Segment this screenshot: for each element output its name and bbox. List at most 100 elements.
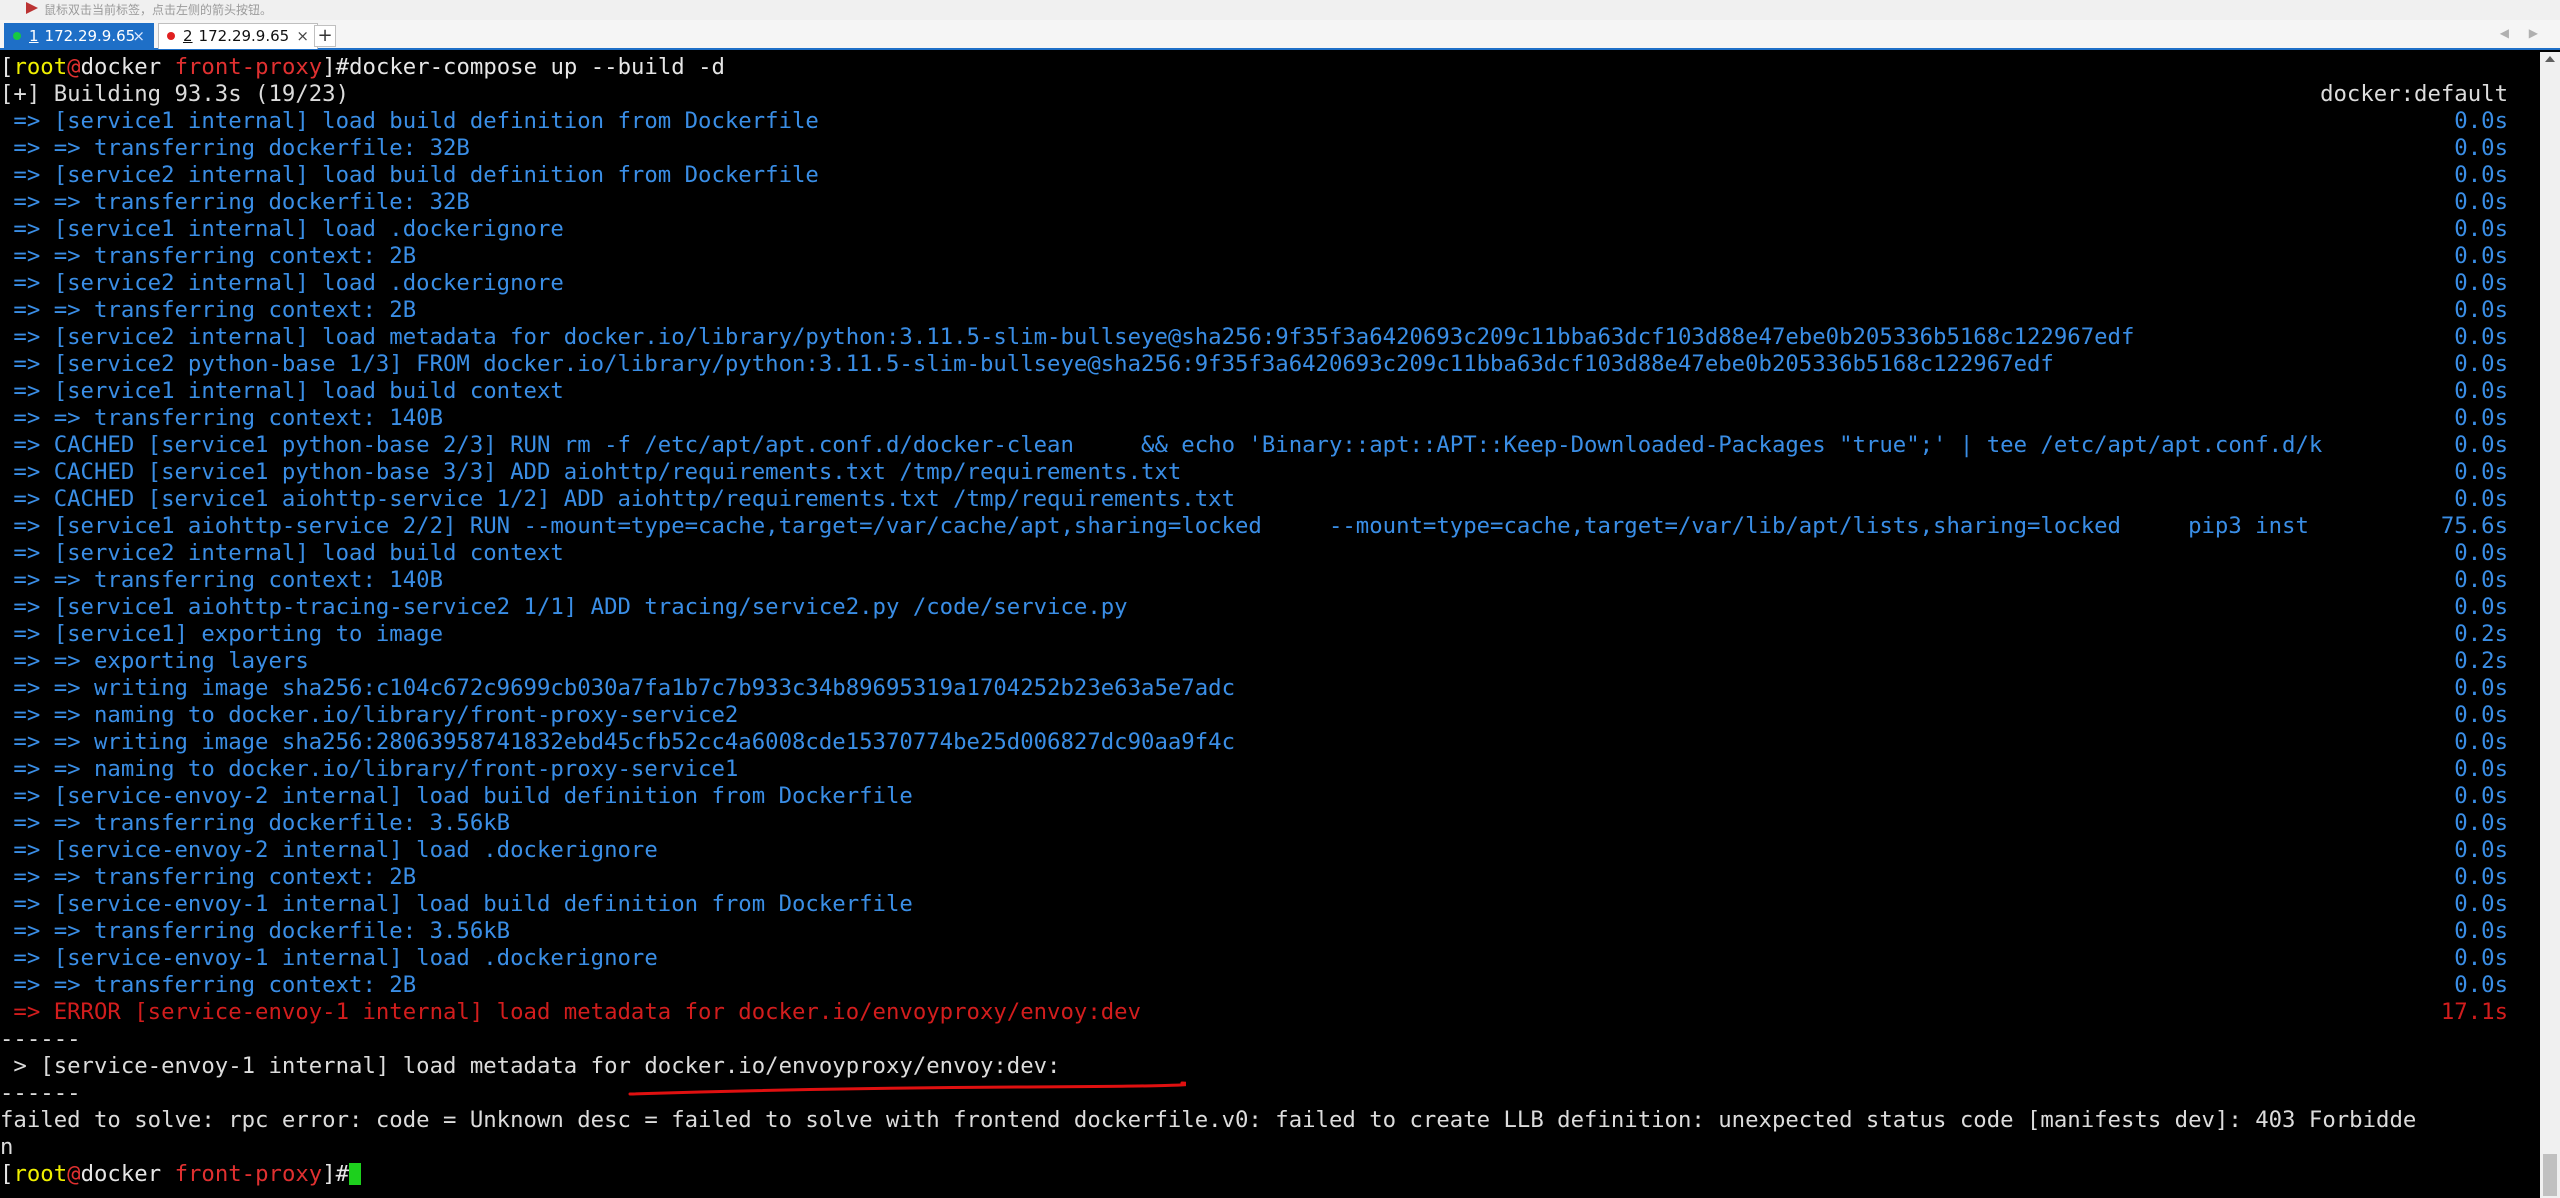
scroll-up-arrow-icon[interactable] [2545,56,2555,62]
tab-session-1[interactable]: 1 172.29.9.65 × [4,23,154,49]
build-step-line: => [service-envoy-1 internal] load .dock… [0,945,2538,972]
separator-line: ------ [0,1080,81,1106]
failure-message-wrap-line: n [0,1134,14,1160]
build-step-duration: 0.0s [2454,162,2508,188]
build-step-text: => => writing image sha256:c104c672c9699… [0,675,1235,701]
tab-number: 1 [29,27,39,45]
scrollbar-thumb[interactable] [2543,1154,2557,1196]
build-step-line: => => transferring context: 2B 0.0s [0,297,2538,324]
build-step-duration: 0.0s [2454,351,2508,377]
close-tab-icon[interactable]: × [296,24,309,48]
build-step-line: => => transferring context: 140B 0.0s [0,567,2538,594]
prompt-host: docker [80,54,162,80]
build-step-line: => [service2 internal] load build contex… [0,540,2538,567]
tab-label: 172.29.9.65 [198,27,290,45]
build-step-text: => CACHED [service1 aiohttp-service 1/2]… [0,486,1235,512]
build-step-text: => => naming to docker.io/library/front-… [0,702,739,728]
build-step-text: => CACHED [service1 python-base 3/3] ADD… [0,459,1182,485]
build-step-text: => [service-envoy-1 internal] load build… [0,891,913,917]
build-step-line: => CACHED [service1 python-base 3/3] ADD… [0,459,2538,486]
build-step-line: => [service1 aiohttp-tracing-service2 1/… [0,594,2538,621]
build-header-line: [+] Building 93.3s (19/23) docker:default [0,81,2538,108]
build-step-duration: 0.0s [2454,297,2508,323]
build-step-line: => => transferring dockerfile: 3.56kB 0.0… [0,918,2538,945]
build-step-text: => => exporting layers [0,648,309,674]
build-step-text: => [service1 internal] load build contex… [0,378,564,404]
build-step-line: => => transferring context: 2B 0.0s [0,972,2538,999]
build-step-text: => => transferring context: 2B [0,297,417,323]
build-step-text: => [service1 internal] load build defini… [0,108,819,134]
build-step-duration: 0.0s [2454,918,2508,944]
build-step-line: => => writing image sha256:2806395874183… [0,729,2538,756]
build-step-line: => [service1 internal] load .dockerignor… [0,216,2538,243]
build-step-text: => [service2 internal] load build contex… [0,540,564,566]
prompt-end: ]# [322,1161,350,1187]
build-step-line: => [service1] exporting to image 0.2s [0,621,2538,648]
prompt-user: root [13,54,68,80]
prompt-at: @ [67,1161,81,1187]
build-step-duration: 0.0s [2454,270,2508,296]
tab-scroll-arrows-icon[interactable]: ◀ ▶ [2500,26,2546,40]
terminal-scrollbar[interactable] [2540,52,2560,1198]
build-step-duration: 0.0s [2454,729,2508,755]
build-step-duration: 0.0s [2454,594,2508,620]
close-tab-icon[interactable]: × [132,24,145,48]
error-step-text: => ERROR [service-envoy-1 internal] load… [0,999,1142,1025]
error-step-line: => ERROR [service-envoy-1 internal] load… [0,999,2538,1026]
build-step-duration: 0.0s [2454,432,2508,458]
build-step-duration: 0.0s [2454,972,2508,998]
tab-session-2[interactable]: 2 172.29.9.65 × [158,23,318,49]
build-step-line: => CACHED [service1 python-base 2/3] RUN… [0,432,2538,459]
build-step-duration: 0.0s [2454,243,2508,269]
terminal-window: 鼠标双击当前标签，点击左侧的箭头按钮。 1 172.29.9.65 × 2 172.… [0,0,2560,1198]
terminal-output[interactable]: [root@docker front-proxy]#docker-compose… [0,54,2538,1198]
build-step-text: => CACHED [service1 python-base 2/3] RUN… [0,432,2323,458]
build-step-line: => [service1 internal] load build contex… [0,378,2538,405]
build-step-line: => [service-envoy-2 internal] load build… [0,783,2538,810]
build-step-duration: 0.0s [2454,864,2508,890]
hint-text: 鼠标双击当前标签，点击左侧的箭头按钮。 [44,3,273,17]
build-step-duration: 0.2s [2454,621,2508,647]
build-step-line: => [service-envoy-1 internal] load build… [0,891,2538,918]
build-step-duration: 0.0s [2454,540,2508,566]
build-step-duration: 0.0s [2454,567,2508,593]
build-step-line: => => naming to docker.io/library/front-… [0,702,2538,729]
build-step-duration: 0.0s [2454,756,2508,782]
build-step-line: => => exporting layers 0.2s [0,648,2538,675]
build-step-duration: 75.6s [2440,513,2508,539]
prompt-line: [root@docker front-proxy]# [0,1161,2538,1188]
build-step-duration: 0.0s [2454,945,2508,971]
command-text: docker-compose up --build -d [349,54,725,80]
separator-line: ------ [0,1026,81,1052]
build-step-text: => [service2 internal] load .dockerignor… [0,270,564,296]
build-step-line: => => transferring context: 140B 0.0s [0,405,2538,432]
build-step-duration: 0.0s [2454,891,2508,917]
build-step-line: => => transferring dockerfile: 32B 0.0s [0,189,2538,216]
build-step-duration: 0.0s [2454,378,2508,404]
build-step-text: => [service1 aiohttp-service 2/2] RUN --… [0,513,2309,539]
build-step-text: => [service-envoy-1 internal] load .dock… [0,945,658,971]
build-step-text: => => transferring context: 2B [0,243,417,269]
tab-label: 172.29.9.65 [44,27,136,45]
build-step-text: => [service1 aiohttp-tracing-service2 1/… [0,594,1128,620]
build-step-line: => [service2 internal] load metadata for… [0,324,2538,351]
build-step-text: => [service1] exporting to image [0,621,443,647]
build-context-name: docker:default [2320,81,2508,107]
build-step-text: => => transferring dockerfile: 32B [0,135,470,161]
build-step-text: => => transferring dockerfile: 32B [0,189,470,215]
build-step-line: => => transferring context: 2B 0.0s [0,864,2538,891]
prompt-at: @ [67,54,81,80]
build-step-text: => => transferring context: 140B [0,405,443,431]
build-steps-list: => [service1 internal] load build defini… [0,108,2538,999]
build-step-text: => => writing image sha256:2806395874183… [0,729,1235,755]
build-step-duration: 0.0s [2454,189,2508,215]
build-progress-text: [+] Building 93.3s (19/23) [0,81,350,107]
build-step-line: => => transferring context: 2B 0.0s [0,243,2538,270]
prompt-bracket: [ [0,1161,14,1187]
new-tab-button[interactable]: + [314,25,336,47]
failure-message-line: failed to solve: rpc error: code = Unkno… [0,1107,2417,1133]
prompt-dir: front-proxy [174,54,323,80]
build-step-text: => [service-envoy-2 internal] load .dock… [0,837,658,863]
build-step-duration: 0.0s [2454,459,2508,485]
build-step-duration: 0.2s [2454,648,2508,674]
